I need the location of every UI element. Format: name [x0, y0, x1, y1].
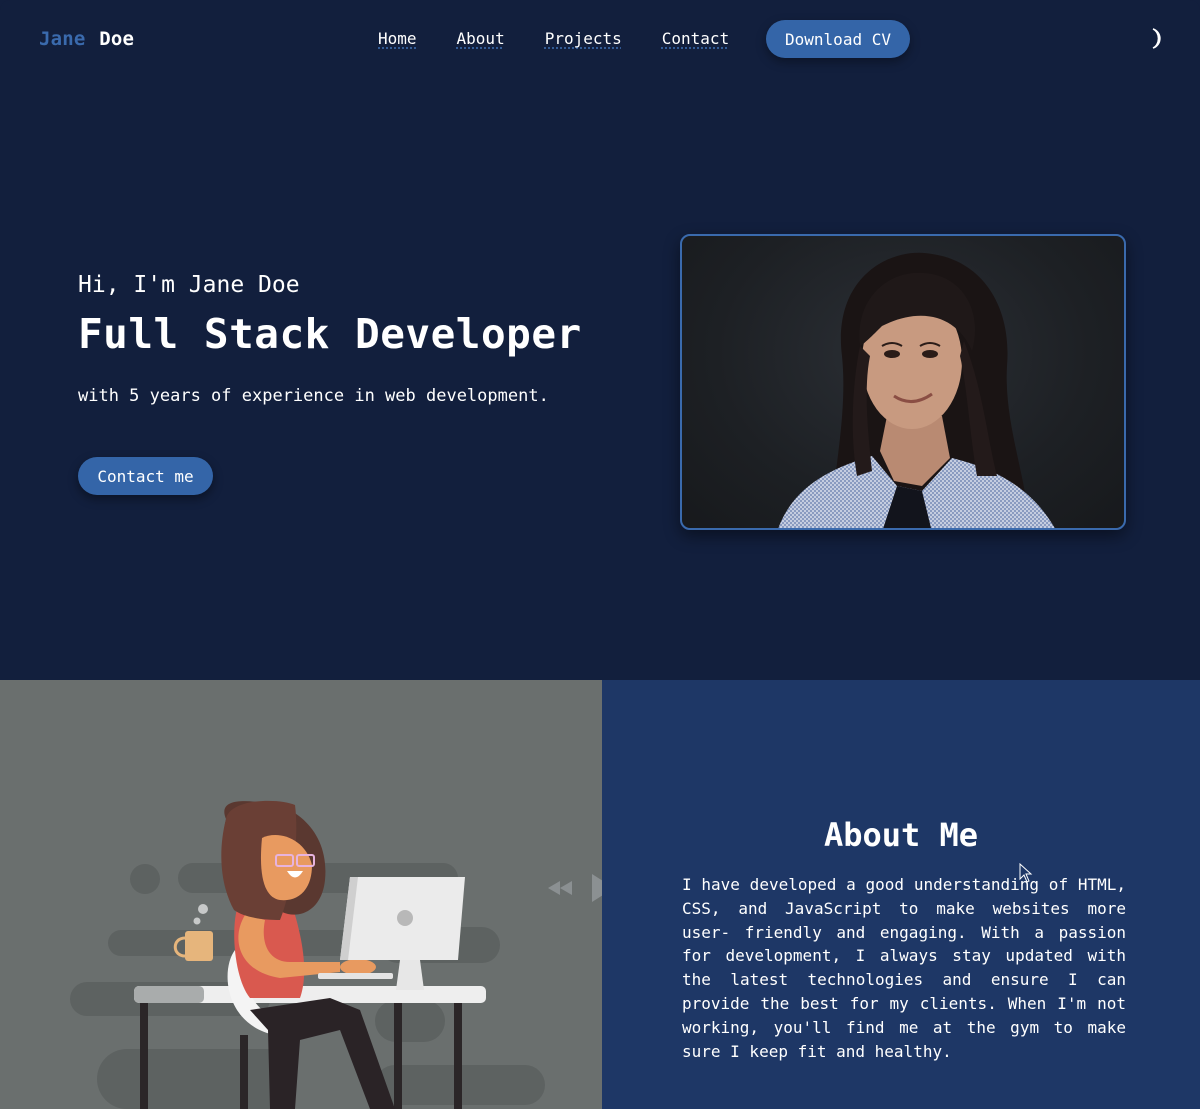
- logo-last-name: Doe: [99, 28, 135, 50]
- contact-me-button[interactable]: Contact me: [78, 457, 213, 495]
- profile-photo: [680, 234, 1126, 530]
- mouse-cursor-icon: [1019, 863, 1033, 883]
- navbar: Jane Doe Home About Projects Contact Dow…: [0, 0, 1200, 80]
- hero-greeting: Hi, I'm Jane Doe: [78, 272, 300, 298]
- about-title: About Me: [823, 816, 979, 854]
- portrait-image: [778, 252, 1055, 528]
- portfolio-page: Jane Doe Home About Projects Contact Dow…: [0, 0, 1200, 1109]
- logo[interactable]: Jane Doe: [39, 28, 134, 50]
- about-body: I have developed a good understanding of…: [682, 875, 1126, 1061]
- download-cv-button[interactable]: Download CV: [766, 20, 910, 58]
- moon-icon: [1152, 28, 1161, 49]
- nav-link-contact[interactable]: Contact: [662, 29, 729, 48]
- hero-subtitle: with 5 years of experience in web develo…: [78, 386, 549, 406]
- nav-link-home[interactable]: Home: [378, 29, 417, 48]
- nav-link-projects[interactable]: Projects: [545, 29, 622, 48]
- about-illustration: [0, 680, 602, 1109]
- nav-links: Home About Projects Contact: [378, 29, 769, 48]
- logo-first-name: Jane: [39, 28, 86, 50]
- about-text-panel: About Me I have developed a good underst…: [602, 680, 1200, 1109]
- rewind-icon[interactable]: [548, 881, 574, 895]
- woman-at-desk-illustration: [70, 800, 545, 1109]
- hero-title: Full Stack Developer: [78, 310, 582, 358]
- theme-toggle-button[interactable]: [1147, 26, 1167, 52]
- nav-link-about[interactable]: About: [457, 29, 505, 48]
